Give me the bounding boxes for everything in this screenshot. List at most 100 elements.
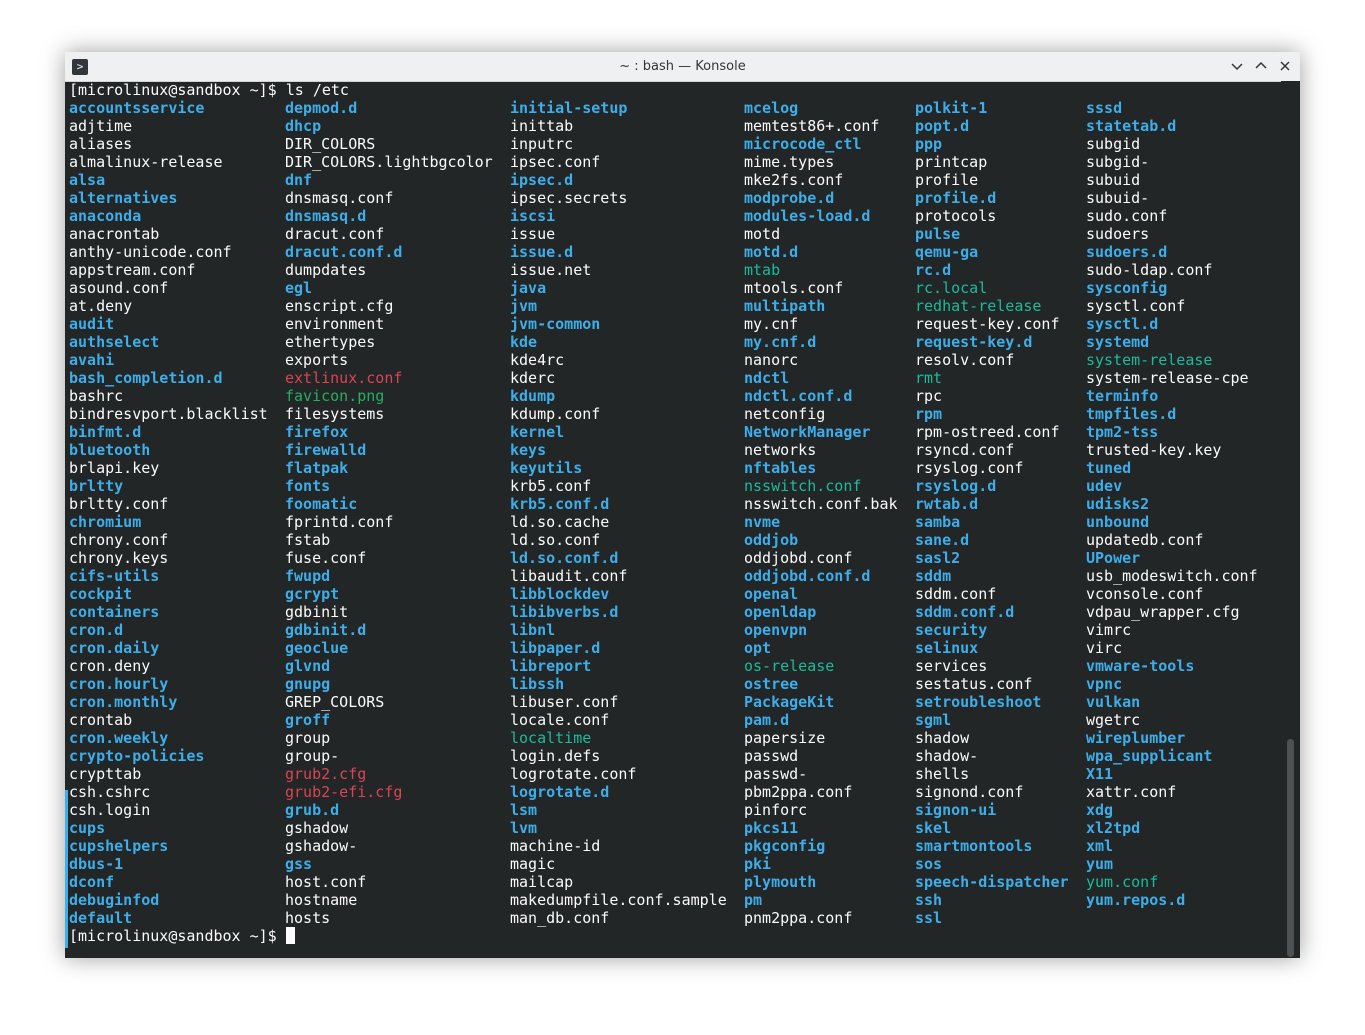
directory-entry: sysctl.d — [1086, 315, 1159, 333]
listing-column-5: polkit-1 popt.d ppp printcap profile profile.… — [915, 99, 1069, 927]
directory-entry: default — [69, 909, 133, 927]
directory-entry: authselect — [69, 333, 160, 351]
directory-entry: kdump — [510, 387, 556, 405]
directory-entry: PackageKit — [744, 693, 835, 711]
directory-entry: issue.d — [510, 243, 574, 261]
directory-entry: libibverbs.d — [510, 603, 619, 621]
file-entry: brlapi.key — [69, 459, 160, 477]
shell-prompt: [microlinux@sandbox ~]$ — [69, 81, 277, 99]
directory-entry: libblockdev — [510, 585, 610, 603]
file-entry: ld.so.conf — [510, 531, 601, 549]
file-entry: shadow — [915, 729, 970, 747]
file-entry: passwd — [744, 747, 799, 765]
file-entry: crypttab — [69, 765, 142, 783]
file-entry: fuse.conf — [285, 549, 367, 567]
directory-entry: gss — [285, 855, 313, 873]
file-entry: printcap — [915, 153, 988, 171]
directory-entry: multipath — [744, 297, 826, 315]
directory-entry: ipsec.d — [510, 171, 574, 189]
file-entry: kdump.conf — [510, 405, 601, 423]
directory-entry: smartmontools — [915, 837, 1033, 855]
file-entry: grub2-efi.cfg — [285, 783, 403, 801]
shell-prompt: [microlinux@sandbox ~]$ — [69, 927, 277, 945]
directory-entry: gnupg — [285, 675, 331, 693]
directory-entry: initial-setup — [510, 99, 628, 117]
directory-entry: plymouth — [744, 873, 817, 891]
directory-entry: dhcp — [285, 117, 322, 135]
file-entry: usb_modeswitch.conf — [1086, 567, 1258, 585]
file-entry: issue.net — [510, 261, 592, 279]
directory-entry: foomatic — [285, 495, 358, 513]
file-entry: dnsmasq.conf — [285, 189, 394, 207]
terminal-output[interactable]: [microlinux@sandbox ~]$ ls /etc accounts… — [69, 81, 1279, 958]
directory-entry: modules-load.d — [744, 207, 871, 225]
directory-entry: cron.daily — [69, 639, 160, 657]
file-entry: dracut.conf — [285, 225, 385, 243]
directory-entry: rpm — [915, 405, 943, 423]
file-entry: memtest86+.conf — [744, 117, 880, 135]
file-entry: gshadow — [285, 819, 349, 837]
file-entry: papersize — [744, 729, 826, 747]
directory-entry: dnf — [285, 171, 313, 189]
directory-entry: terminfo — [1086, 387, 1159, 405]
file-entry: filesystems — [285, 405, 385, 423]
command-text: ls /etc — [285, 81, 349, 99]
directory-entry: oddjobd.conf.d — [744, 567, 871, 585]
directory-entry: dbus-1 — [69, 855, 124, 873]
file-entry: passwd- — [744, 765, 808, 783]
directory-entry: sgml — [915, 711, 952, 729]
file-entry: extlinux.conf — [285, 369, 403, 387]
file-entry: libaudit.conf — [510, 567, 628, 585]
directory-entry: fonts — [285, 477, 331, 495]
directory-entry: tmpfiles.d — [1086, 405, 1177, 423]
directory-entry: motd.d — [744, 243, 799, 261]
file-entry: sudoers — [1086, 225, 1150, 243]
directory-entry: vulkan — [1086, 693, 1141, 711]
directory-entry: statetab.d — [1086, 117, 1177, 135]
file-entry: ethertypes — [285, 333, 376, 351]
directory-entry: ppp — [915, 135, 943, 153]
file-entry: pinforc — [744, 801, 808, 819]
file-entry: issue — [510, 225, 556, 243]
active-prompt-line[interactable]: [microlinux@sandbox ~]$ — [69, 927, 295, 945]
directory-entry: selinux — [915, 639, 979, 657]
scrollbar[interactable] — [1281, 81, 1300, 958]
file-entry: machine-id — [510, 837, 601, 855]
directory-entry: krb5.conf.d — [510, 495, 610, 513]
directory-entry: logrotate.d — [510, 783, 610, 801]
symlink-entry: redhat-release — [915, 297, 1042, 315]
directory-entry: bluetooth — [69, 441, 151, 459]
file-entry: kderc — [510, 369, 556, 387]
chevron-down-icon — [1231, 63, 1243, 71]
directory-entry: gdbinit.d — [285, 621, 367, 639]
file-entry: signond.conf — [915, 783, 1024, 801]
scrollbar-thumb[interactable] — [1287, 739, 1294, 957]
title-bar[interactable]: > ~ : bash — Konsole — [65, 52, 1300, 82]
file-entry: vconsole.conf — [1086, 585, 1204, 603]
file-entry: enscript.cfg — [285, 297, 394, 315]
minimize-button[interactable] — [1227, 56, 1247, 76]
directory-entry: jvm-common — [510, 315, 601, 333]
file-entry: subgid — [1086, 135, 1141, 153]
file-entry: dumpdates — [285, 261, 367, 279]
directory-entry: nvme — [744, 513, 781, 531]
file-entry: sudo.conf — [1086, 207, 1168, 225]
directory-entry: keys — [510, 441, 547, 459]
directory-entry: security — [915, 621, 988, 639]
maximize-button[interactable] — [1251, 56, 1271, 76]
directory-entry: tuned — [1086, 459, 1132, 477]
close-button[interactable] — [1275, 56, 1295, 76]
directory-entry: sysconfig — [1086, 279, 1168, 297]
directory-entry: jvm — [510, 297, 538, 315]
directory-entry: sane.d — [915, 531, 970, 549]
file-entry: appstream.conf — [69, 261, 196, 279]
directory-entry: sudoers.d — [1086, 243, 1168, 261]
file-entry: my.cnf — [744, 315, 799, 333]
directory-entry: iscsi — [510, 207, 556, 225]
file-entry: brltty.conf — [69, 495, 169, 513]
directory-entry: java — [510, 279, 547, 297]
directory-entry: xml — [1086, 837, 1114, 855]
directory-entry: ndctl.conf.d — [744, 387, 853, 405]
file-entry: asound.conf — [69, 279, 169, 297]
directory-entry: vmware-tools — [1086, 657, 1195, 675]
